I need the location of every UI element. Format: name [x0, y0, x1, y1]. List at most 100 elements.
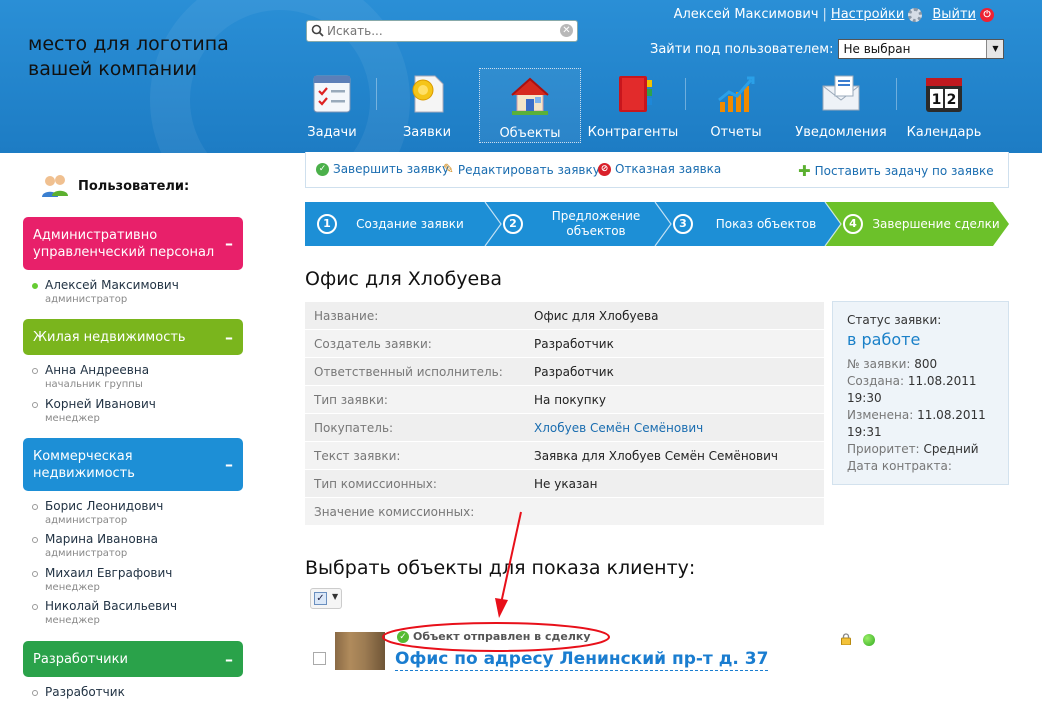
gear-icon[interactable]	[908, 7, 923, 22]
annotation-arrowhead	[495, 598, 508, 618]
add-task-button[interactable]: ✚ Поставить задачу по заявке	[798, 162, 994, 180]
offline-status-icon	[32, 690, 38, 696]
contacts-book-icon	[619, 76, 652, 112]
user-role: начальник группы	[45, 379, 143, 390]
changed-label: Изменена:	[847, 408, 914, 422]
table-row: Ответственный исполнитель: Разработчик	[305, 357, 824, 385]
table-row: Покупатель: Хлобуев Семён Семёнович	[305, 413, 824, 441]
current-user-name: Алексей Максимович	[673, 7, 819, 22]
request-number: 800	[914, 357, 938, 371]
created-label: Создана:	[847, 374, 904, 388]
power-icon[interactable]: ⏻	[980, 7, 994, 22]
search-icon	[311, 24, 324, 37]
chevron-down-icon[interactable]: ▼	[986, 40, 1004, 58]
search-box[interactable]: ✕	[306, 20, 578, 42]
user-name: Марина Ивановна	[45, 532, 158, 546]
collapse-icon[interactable]: –	[225, 328, 233, 347]
step-label: Завершение сделки	[872, 216, 1000, 231]
object-name-link[interactable]: Офис по адресу Ленинский пр-т д. 37	[395, 648, 769, 671]
field-label: Покупатель:	[314, 420, 394, 435]
nav-contractors[interactable]: Контрагенты	[581, 68, 685, 145]
bulk-select-dropdown[interactable]: ✓ ▼	[310, 588, 342, 609]
step-label: Создание заявки	[356, 216, 464, 231]
offline-status-icon	[32, 604, 38, 610]
logout-link[interactable]: Выйти	[932, 7, 976, 22]
edit-request-label: Редактировать заявку	[457, 162, 600, 177]
collapse-icon[interactable]: –	[225, 455, 233, 474]
buyer-link[interactable]: Хлобуев Семён Семёнович	[534, 421, 703, 435]
status-dot-icon	[863, 634, 875, 646]
nav-notifications[interactable]: Уведомления	[786, 68, 896, 145]
user-name: Корней Иванович	[45, 397, 156, 411]
nav-calendar-label: Календарь	[906, 125, 982, 140]
group-title: Коммерческая недвижимость	[33, 448, 135, 481]
collapse-icon[interactable]: –	[225, 650, 233, 669]
field-value: На покупку	[534, 392, 606, 407]
user-links: Алексей Максимович | Настройки Выйти ⏻	[674, 7, 994, 22]
nav-calendar[interactable]: 12 Календарь	[897, 68, 991, 145]
nav-objects[interactable]: Объекты	[479, 68, 581, 143]
offline-status-icon	[32, 368, 38, 374]
reject-request-button[interactable]: ⊘ Отказная заявка	[598, 162, 721, 176]
divider: |	[822, 7, 827, 22]
user-role: администратор	[45, 548, 128, 559]
field-label: Тип заявки:	[314, 392, 388, 407]
field-label: Тип комиссионных:	[314, 476, 437, 491]
lock-icon	[841, 633, 851, 645]
table-row: Название: Офис для Хлобуева	[305, 301, 824, 329]
nav-contractors-label: Контрагенты	[587, 125, 679, 140]
object-thumbnail[interactable]	[335, 632, 385, 670]
status-value: в работе	[847, 330, 921, 349]
user-name: Анна Андреевна	[45, 363, 150, 377]
pencil-icon: ✎	[443, 162, 454, 177]
contract-date-label: Дата контракта:	[847, 459, 952, 473]
field-value: Разработчик	[534, 336, 614, 351]
edit-request-button[interactable]: ✎ Редактировать заявку	[443, 162, 600, 177]
user-name: Алексей Максимович	[45, 278, 179, 292]
user-role: менеджер	[45, 582, 100, 593]
calendar-icon: 12	[926, 78, 962, 112]
chevron-down-icon[interactable]: ▼	[332, 592, 338, 601]
group-residential[interactable]: Жилая недвижимость –	[23, 319, 243, 355]
changed-time: 19:31	[847, 425, 882, 439]
request-details-table: Название: Офис для Хлобуева Создатель зая…	[305, 301, 824, 525]
nav-tasks[interactable]: Задачи	[300, 68, 364, 145]
nav-tasks-label: Задачи	[307, 125, 357, 140]
bulk-select-checkbox[interactable]: ✓	[314, 592, 327, 605]
nav-requests[interactable]: Заявки	[377, 68, 477, 145]
requests-icon	[412, 75, 444, 113]
request-number-label: № заявки:	[847, 357, 911, 371]
group-admin[interactable]: Административно управленческий персонал …	[23, 217, 243, 270]
online-status-icon	[32, 283, 38, 289]
object-checkbox[interactable]	[313, 652, 326, 665]
step-2: 2 Предложение объектов	[491, 202, 661, 246]
nav-requests-label: Заявки	[402, 125, 452, 140]
tasks-icon	[313, 75, 351, 113]
nav-reports[interactable]: Отчеты	[686, 68, 786, 145]
step-label: Предложение объектов	[551, 209, 641, 238]
step-number: 2	[503, 214, 523, 234]
field-label: Значение комиссионных:	[314, 504, 475, 519]
group-commercial[interactable]: Коммерческая недвижимость –	[23, 438, 243, 491]
users-title-label: Пользователи:	[78, 178, 190, 194]
table-row: Тип заявки: На покупку	[305, 385, 824, 413]
field-label: Текст заявки:	[314, 448, 401, 463]
complete-request-button[interactable]: ✓ Завершить заявку	[316, 162, 449, 176]
users-title: Пользователи:	[40, 173, 189, 199]
table-row: Создатель заявки: Разработчик	[305, 329, 824, 357]
nav-reports-label: Отчеты	[710, 125, 762, 140]
group-developers[interactable]: Разработчики –	[23, 641, 243, 677]
step-number: 3	[673, 214, 693, 234]
step-3: 3 Показ объектов	[661, 202, 831, 246]
user-role: менеджер	[45, 413, 100, 424]
clear-search-icon[interactable]: ✕	[560, 24, 573, 37]
step-4-active: 4 Завершение сделки	[831, 202, 1001, 246]
collapse-icon[interactable]: –	[225, 234, 233, 253]
company-logo-placeholder: место для логотипа вашей компании	[28, 33, 229, 80]
object-list-item: ✓ Объект отправлен в сделку Офис по адре…	[305, 628, 1009, 673]
deal-progress-steps: 1 Создание заявки 2 Предложение объектов…	[305, 202, 1009, 246]
search-input[interactable]	[327, 23, 557, 39]
field-value: Не указан	[534, 476, 598, 491]
impersonate-select[interactable]: Не выбран ▼	[838, 39, 1005, 59]
settings-link[interactable]: Настройки	[831, 7, 904, 22]
